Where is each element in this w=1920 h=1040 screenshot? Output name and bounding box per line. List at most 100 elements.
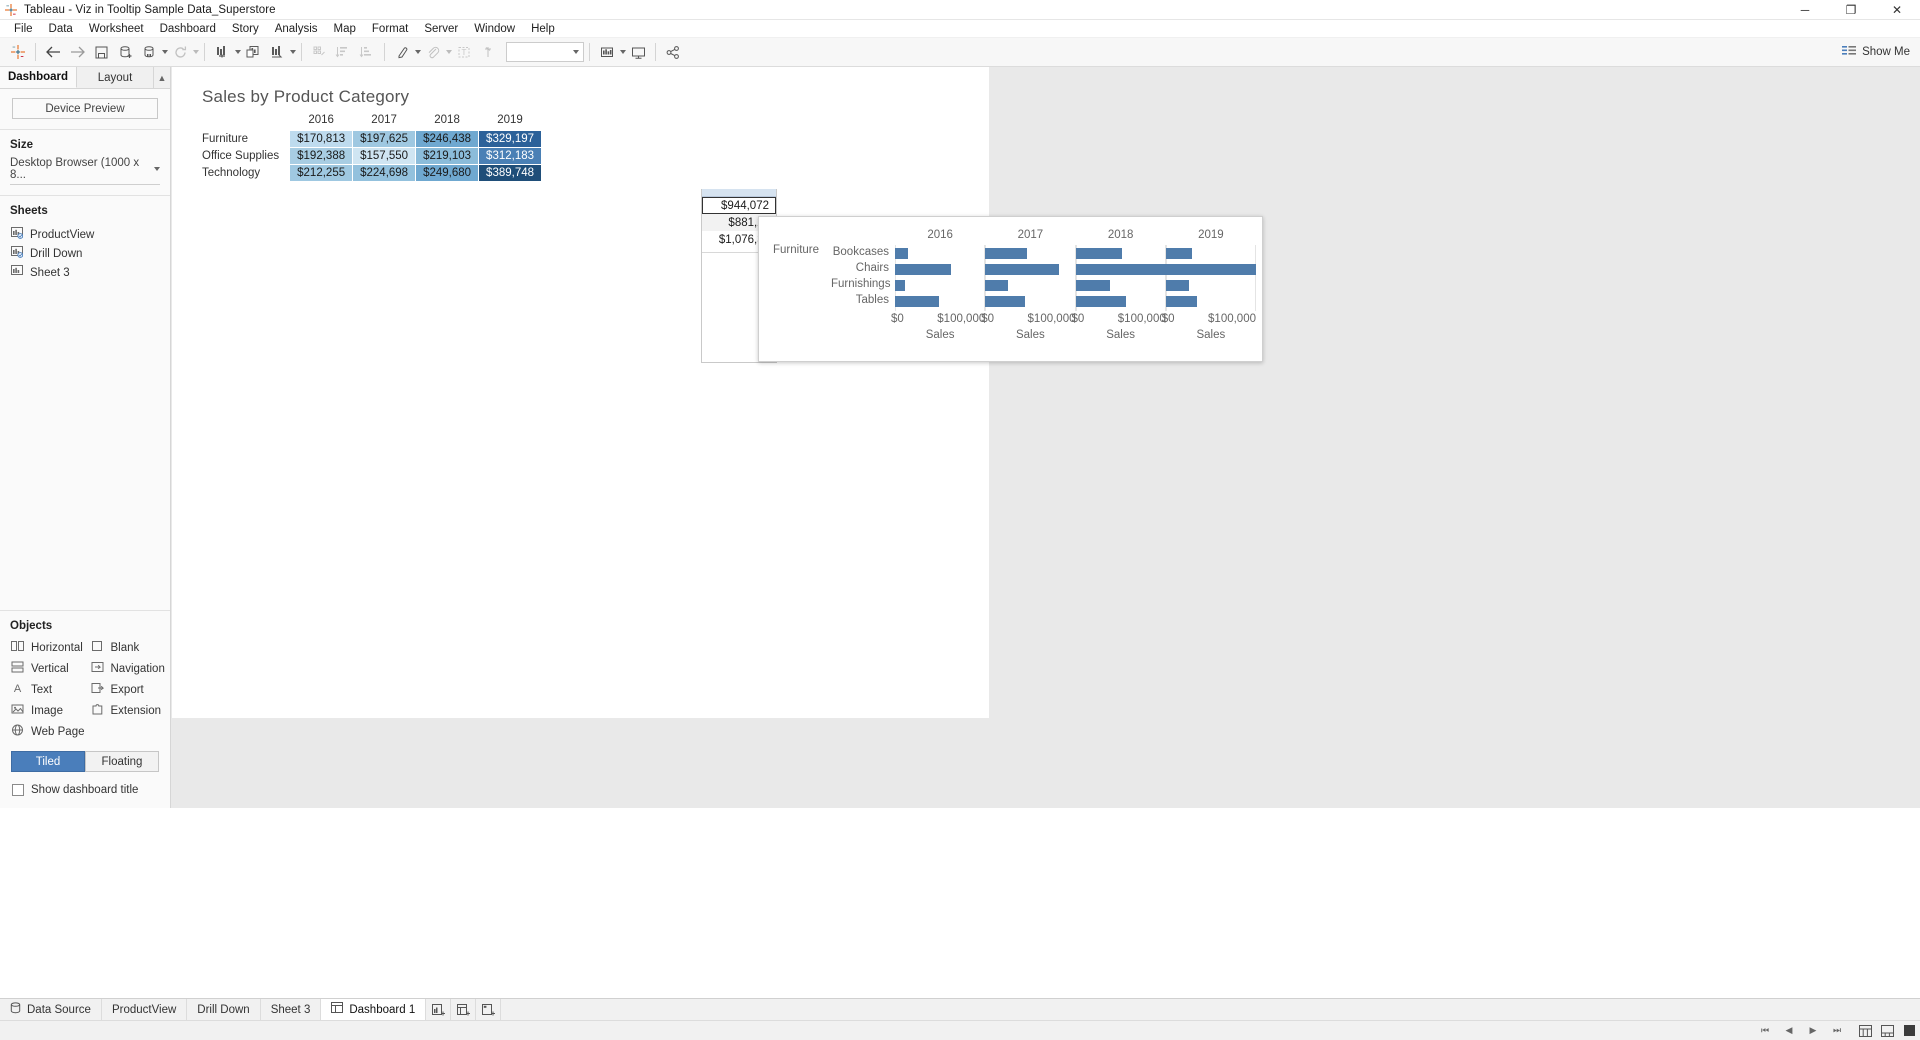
size-selector[interactable]: Desktop Browser (1000 x 8... [10,157,160,185]
cell-technology-2018[interactable]: $249,680 [415,164,480,182]
close-button[interactable]: ✕ [1874,0,1920,20]
nav-last-icon[interactable]: ⏭ [1826,1021,1848,1040]
column-header-2017[interactable]: 2017 [353,112,416,131]
tooltip-plot[interactable] [1165,245,1256,311]
tooltip-bar[interactable] [1075,296,1127,307]
menu-server[interactable]: Server [416,20,466,38]
duplicate-icon[interactable] [241,41,265,63]
show-dashboard-title-row[interactable]: Show dashboard title [12,784,170,796]
swap-rows-columns-icon[interactable] [265,41,289,63]
object-item-export[interactable]: Export [91,682,171,697]
column-header-2016[interactable]: 2016 [290,112,353,131]
nav-next-icon[interactable]: ▶ [1802,1021,1824,1040]
menu-dashboard[interactable]: Dashboard [152,20,224,38]
cell-furniture-2018[interactable]: $246,438 [415,130,480,148]
new-worksheet-icon[interactable] [137,41,161,63]
sheet-item-drill-down[interactable]: Drill Down [0,244,170,263]
cell-furniture-2017[interactable]: $197,625 [352,130,417,148]
minimize-button[interactable]: ─ [1782,0,1828,20]
tooltip-bar[interactable] [1165,280,1190,291]
cell-furniture-2019[interactable]: $329,197 [478,130,543,148]
back-icon[interactable] [41,41,65,63]
menu-window[interactable]: Window [466,20,523,38]
sort-toggle-icon[interactable]: ▲ [154,67,170,88]
menu-data[interactable]: Data [41,20,81,38]
grand-total-furniture[interactable]: $944,072 [702,197,776,214]
data-source-tab[interactable]: Data Source [0,999,102,1020]
fit-selector-icon[interactable] [595,41,619,63]
object-item-vertical[interactable]: Vertical [11,661,91,676]
tooltip-bar[interactable] [895,280,905,291]
menu-file[interactable]: File [6,20,41,38]
menu-worksheet[interactable]: Worksheet [81,20,152,38]
tableau-home-icon[interactable] [6,41,30,63]
show-filmstrip-icon[interactable] [1876,1021,1898,1040]
tooltip-bar[interactable] [895,248,908,259]
tiled-button[interactable]: Tiled [11,751,85,772]
object-item-web-page[interactable]: Web Page [11,724,91,739]
tooltip-bar[interactable] [1165,248,1192,259]
object-item-blank[interactable]: Blank [91,640,171,655]
tooltip-plot[interactable] [985,245,1076,311]
nav-prev-icon[interactable]: ◀ [1778,1021,1800,1040]
tooltip-bar[interactable] [985,264,1060,275]
tooltip-bar[interactable] [1075,280,1110,291]
new-worksheet-button[interactable] [426,999,452,1020]
new-dashboard-button[interactable] [451,999,477,1020]
tooltip-bar[interactable] [985,280,1008,291]
tooltip-bar[interactable] [1075,248,1123,259]
cell-technology-2017[interactable]: $224,698 [352,164,417,182]
sheet-item-productview[interactable]: ProductView [0,225,170,244]
new-data-source-icon[interactable] [113,41,137,63]
cell-office-2019[interactable]: $312,183 [478,147,543,165]
show-sheet-sorter-icon[interactable] [1898,1021,1920,1040]
tab-dashboard[interactable]: Dashboard [0,67,77,88]
chevron-down-icon[interactable] [154,167,160,171]
sheet-item-sheet-3[interactable]: Sheet 3 [0,263,170,282]
show-me-button[interactable]: Show Me [1842,45,1910,60]
tooltip-plot[interactable] [1075,245,1166,311]
menu-map[interactable]: Map [326,20,364,38]
floating-button[interactable]: Floating [85,751,159,772]
cell-office-2017[interactable]: $157,550 [352,147,417,165]
cell-office-2018[interactable]: $219,103 [415,147,480,165]
nav-first-icon[interactable]: ⏮ [1754,1021,1776,1040]
column-header-2019[interactable]: 2019 [479,112,542,131]
maximize-button[interactable]: ❐ [1828,0,1874,20]
object-item-image[interactable]: Image [11,703,91,718]
cell-technology-2019[interactable]: $389,748 [478,164,543,182]
object-item-navigation[interactable]: Navigation [91,661,171,676]
tooltip-bar[interactable] [1165,296,1198,307]
show-cards-icon[interactable] [1854,1021,1876,1040]
row-header-office-supplies[interactable]: Office Supplies [202,148,290,165]
show-dashboard-title-checkbox[interactable] [12,784,24,796]
save-icon[interactable] [89,41,113,63]
device-preview-button[interactable]: Device Preview [12,98,158,119]
menu-format[interactable]: Format [364,20,416,38]
tooltip-bar[interactable] [985,296,1025,307]
sheet-tab-productview[interactable]: ProductView [102,999,188,1020]
menu-help[interactable]: Help [523,20,563,38]
cell-office-2016[interactable]: $192,388 [289,147,354,165]
tab-layout[interactable]: Layout [77,67,154,88]
menu-analysis[interactable]: Analysis [267,20,326,38]
tooltip-plot[interactable] [895,245,986,311]
cell-technology-2016[interactable]: $212,255 [289,164,354,182]
menu-story[interactable]: Story [224,20,267,38]
sheet-tab-drill-down[interactable]: Drill Down [187,999,261,1020]
swap-dropdown-caret-icon[interactable] [290,50,296,54]
combo-caret-icon[interactable] [573,50,579,54]
tooltip-bar[interactable] [895,264,951,275]
tooltip-bar[interactable] [895,296,940,307]
object-item-extension[interactable]: Extension [91,703,171,718]
sheet-tab-sheet-3[interactable]: Sheet 3 [261,999,322,1020]
crosstab[interactable]: 2016 2017 2018 2019 Furniture $170,813 $… [202,112,543,182]
tooltip-bar[interactable] [985,248,1027,259]
object-item-text[interactable]: A Text [11,682,91,697]
forward-icon[interactable] [65,41,89,63]
row-header-furniture[interactable]: Furniture [202,131,290,148]
new-story-button[interactable] [476,999,502,1020]
column-header-2018[interactable]: 2018 [416,112,479,131]
font-size-combo[interactable] [506,42,584,62]
row-header-technology[interactable]: Technology [202,165,290,182]
